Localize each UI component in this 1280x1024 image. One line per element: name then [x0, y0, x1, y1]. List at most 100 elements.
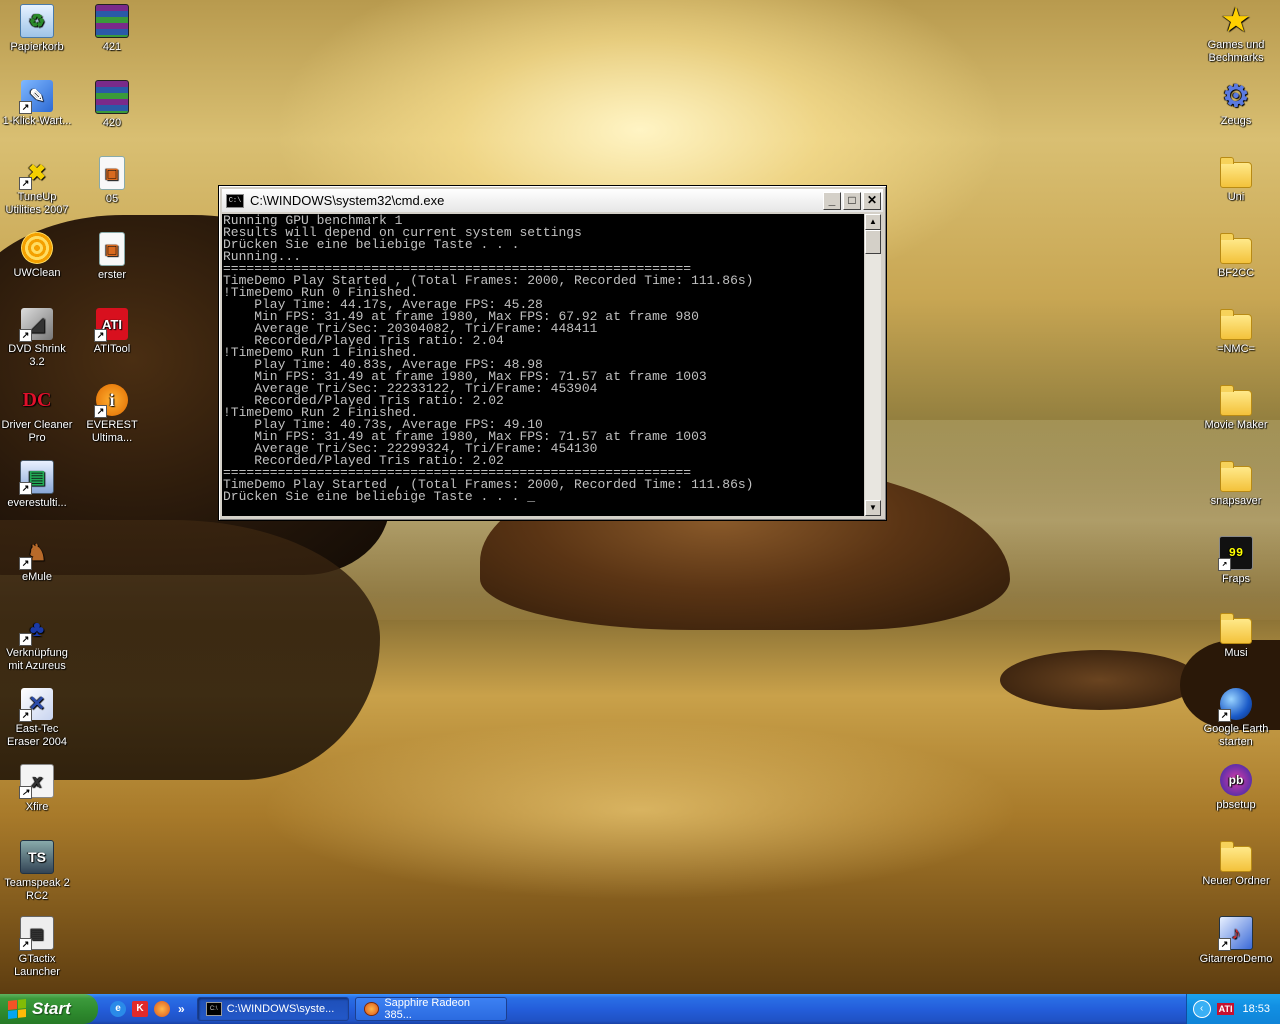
firefox-icon[interactable]: [154, 1001, 170, 1017]
desktop-icon-label: Verknüpfung mit Azureus: [6, 647, 68, 672]
maximize-button[interactable]: □: [843, 191, 861, 210]
cmd-scrollbar[interactable]: ▲ ▼: [865, 214, 881, 516]
desktop-icon-atitool[interactable]: ATI ↗ ATITool: [75, 308, 149, 356]
ati-tray-icon[interactable]: ATI: [1216, 1003, 1235, 1015]
internet-explorer-icon[interactable]: e: [110, 1001, 126, 1017]
desktop-icon-421[interactable]: 421: [75, 4, 149, 54]
desktop-icon-420[interactable]: 420: [75, 80, 149, 130]
quick-launch-more-button[interactable]: »: [178, 1002, 185, 1016]
desktop: ♻ Papierkorb ✎ ↗ 1-Klick-Wart... ✖ ↗ TuneU…: [0, 0, 1280, 994]
cmd-window[interactable]: C:\ C:\WINDOWS\system32\cmd.exe _ □ ✕ Ru…: [218, 185, 887, 521]
quick-launch: e K »: [110, 1001, 185, 1017]
taskbar-button-firefox[interactable]: Sapphire Radeon 385...: [354, 997, 507, 1021]
desktop-icon-games-benchmarks[interactable]: ★ Games und Bechmarks: [1199, 4, 1273, 65]
desktop-icon-nmc[interactable]: =NMC=: [1199, 308, 1273, 356]
desktop-icon-everestulti[interactable]: ▤ ↗ everestulti...: [0, 460, 74, 510]
taskbar-button-label: Sapphire Radeon 385...: [384, 997, 470, 1021]
fraps-icon: 99 ↗: [1218, 536, 1253, 571]
desktop-icon-1-klick-wartung[interactable]: ✎ ↗ 1-Klick-Wart...: [0, 80, 74, 128]
windows-logo-icon: [8, 999, 26, 1019]
desktop-icon-label: BF2CC: [1217, 267, 1255, 279]
teamspeak-icon: TS: [20, 840, 54, 874]
cmd-icon[interactable]: C:\: [226, 193, 244, 208]
cmd-titlebar[interactable]: C:\ C:\WINDOWS\system32\cmd.exe _ □ ✕: [222, 189, 883, 212]
start-button[interactable]: Start: [0, 994, 98, 1024]
system-tray: ‹ ATI 18:53: [1185, 994, 1280, 1024]
desktop-icon-uwclean[interactable]: UWClean: [0, 232, 74, 280]
desktop-icon-teamspeak[interactable]: TS Teamspeak 2 RC2: [0, 840, 74, 903]
desktop-icon-snapsaver[interactable]: snapsaver: [1199, 460, 1273, 508]
desktop-icon-zeugs[interactable]: ⚙ Zeugs: [1199, 80, 1273, 128]
scroll-up-arrow-icon[interactable]: ▲: [865, 214, 881, 230]
desktop-icon-pbsetup[interactable]: pb pbsetup: [1199, 764, 1273, 812]
folder-icon: [1220, 384, 1252, 416]
wallpaper-rock-small: [1000, 650, 1200, 710]
folder-icon: [1220, 232, 1252, 264]
desktop-icon-dvd-shrink[interactable]: ◢ ↗ DVD Shrink 3.2: [0, 308, 74, 369]
scrollbar-thumb[interactable]: [865, 230, 881, 254]
desktop-icon-05[interactable]: ▣ 05: [75, 156, 149, 206]
atitool-icon: ATI ↗: [94, 308, 128, 342]
desktop-icon-papierkorb[interactable]: ♻ Papierkorb: [0, 4, 74, 54]
k-app-icon[interactable]: K: [132, 1001, 148, 1017]
folder-icon: [1220, 460, 1252, 492]
maintenance-icon: ✎ ↗: [19, 80, 53, 114]
desktop-icon-label: Xfire: [25, 801, 49, 813]
desktop-icon-xfire[interactable]: x ↗ Xfire: [0, 764, 74, 814]
desktop-icon-label: Neuer Ordner: [1202, 875, 1270, 887]
cmd-icon: C:\: [205, 1002, 222, 1016]
desktop-icon-gitarrerodemo[interactable]: ♪ ↗ GitarreroDemo: [1199, 916, 1273, 966]
document-icon: ▣: [99, 232, 125, 266]
desktop-icon-uni[interactable]: Uni: [1199, 156, 1273, 204]
desktop-icon-google-earth[interactable]: ↗ Google Earth starten: [1199, 688, 1273, 749]
desktop-icon-label: pbsetup: [1216, 799, 1256, 811]
rar-archive-icon: [95, 4, 129, 38]
desktop-icon-fraps[interactable]: 99 ↗ Fraps: [1199, 536, 1273, 586]
desktop-icon-bf2cc[interactable]: BF2CC: [1199, 232, 1273, 280]
rar-archive-icon: [95, 80, 129, 114]
desktop-icon-east-tec-eraser[interactable]: ✕ ↗ East-Tec Eraser 2004: [0, 688, 74, 749]
desktop-icon-tuneup[interactable]: ✖ ↗ TuneUp Utilities 2007: [0, 156, 74, 217]
taskbar-button-cmd[interactable]: C:\ C:\WINDOWS\syste...: [196, 997, 349, 1021]
desktop-icon-gtactix[interactable]: ▦ ↗ GTactix Launcher: [0, 916, 74, 979]
folder-icon: [1220, 840, 1252, 872]
scroll-down-arrow-icon[interactable]: ▼: [865, 500, 881, 516]
tray-expand-icon[interactable]: ‹: [1192, 1000, 1211, 1018]
clock[interactable]: 18:53: [1242, 1003, 1270, 1015]
desktop-icon-emule[interactable]: ♞ ↗ eMule: [0, 536, 74, 584]
desktop-icon-driver-cleaner[interactable]: DC Driver Cleaner Pro: [0, 384, 74, 445]
desktop-icon-musi[interactable]: Musi: [1199, 612, 1273, 660]
desktop-icon-label: DVD Shrink 3.2: [8, 343, 66, 368]
gear-icon: ⚙: [1222, 79, 1250, 113]
pbsetup-icon: pb: [1220, 764, 1252, 796]
gitarrero-icon: ♪ ↗: [1218, 916, 1253, 951]
desktop-icon-label: Fraps: [1221, 573, 1251, 585]
desktop-icon-label: 421: [102, 41, 122, 53]
desktop-icon-everest[interactable]: i ↗ EVEREST Ultima...: [75, 384, 149, 445]
dvd-shrink-icon: ◢ ↗: [19, 308, 53, 342]
desktop-icon-label: Zeugs: [1220, 115, 1252, 127]
everest-icon: i ↗: [94, 384, 128, 418]
desktop-icon-label: Musi: [1224, 647, 1248, 659]
desktop-icon-label: Google Earth starten: [1203, 723, 1269, 748]
gtactix-icon: ▦ ↗: [19, 916, 54, 951]
folder-icon: [1220, 156, 1252, 188]
desktop-icon-label: Uni: [1227, 191, 1245, 203]
minimize-button[interactable]: _: [823, 191, 841, 210]
desktop-icon-movie-maker[interactable]: Movie Maker: [1199, 384, 1273, 432]
desktop-icon-label: everestulti...: [7, 497, 67, 509]
cmd-output: Running GPU benchmark 1 Results will dep…: [222, 214, 864, 503]
close-button[interactable]: ✕: [863, 191, 881, 210]
azureus-icon: ♣ ↗: [19, 612, 53, 646]
folder-icon: [1220, 308, 1252, 340]
desktop-icon-label: UWClean: [13, 267, 61, 279]
cmd-console[interactable]: Running GPU benchmark 1 Results will dep…: [222, 214, 864, 516]
desktop-icon-erster[interactable]: ▣ erster: [75, 232, 149, 282]
wallpaper-reflection: [260, 720, 1020, 900]
desktop-icon-azureus[interactable]: ♣ ↗ Verknüpfung mit Azureus: [0, 612, 74, 673]
desktop-icon-label: =NMC=: [1217, 343, 1255, 355]
cmd-window-title: C:\WINDOWS\system32\cmd.exe: [250, 193, 445, 208]
desktop-icon-label: Papierkorb: [10, 41, 64, 53]
xfire-icon: x ↗: [19, 764, 54, 799]
desktop-icon-neuer-ordner[interactable]: Neuer Ordner: [1199, 840, 1273, 888]
